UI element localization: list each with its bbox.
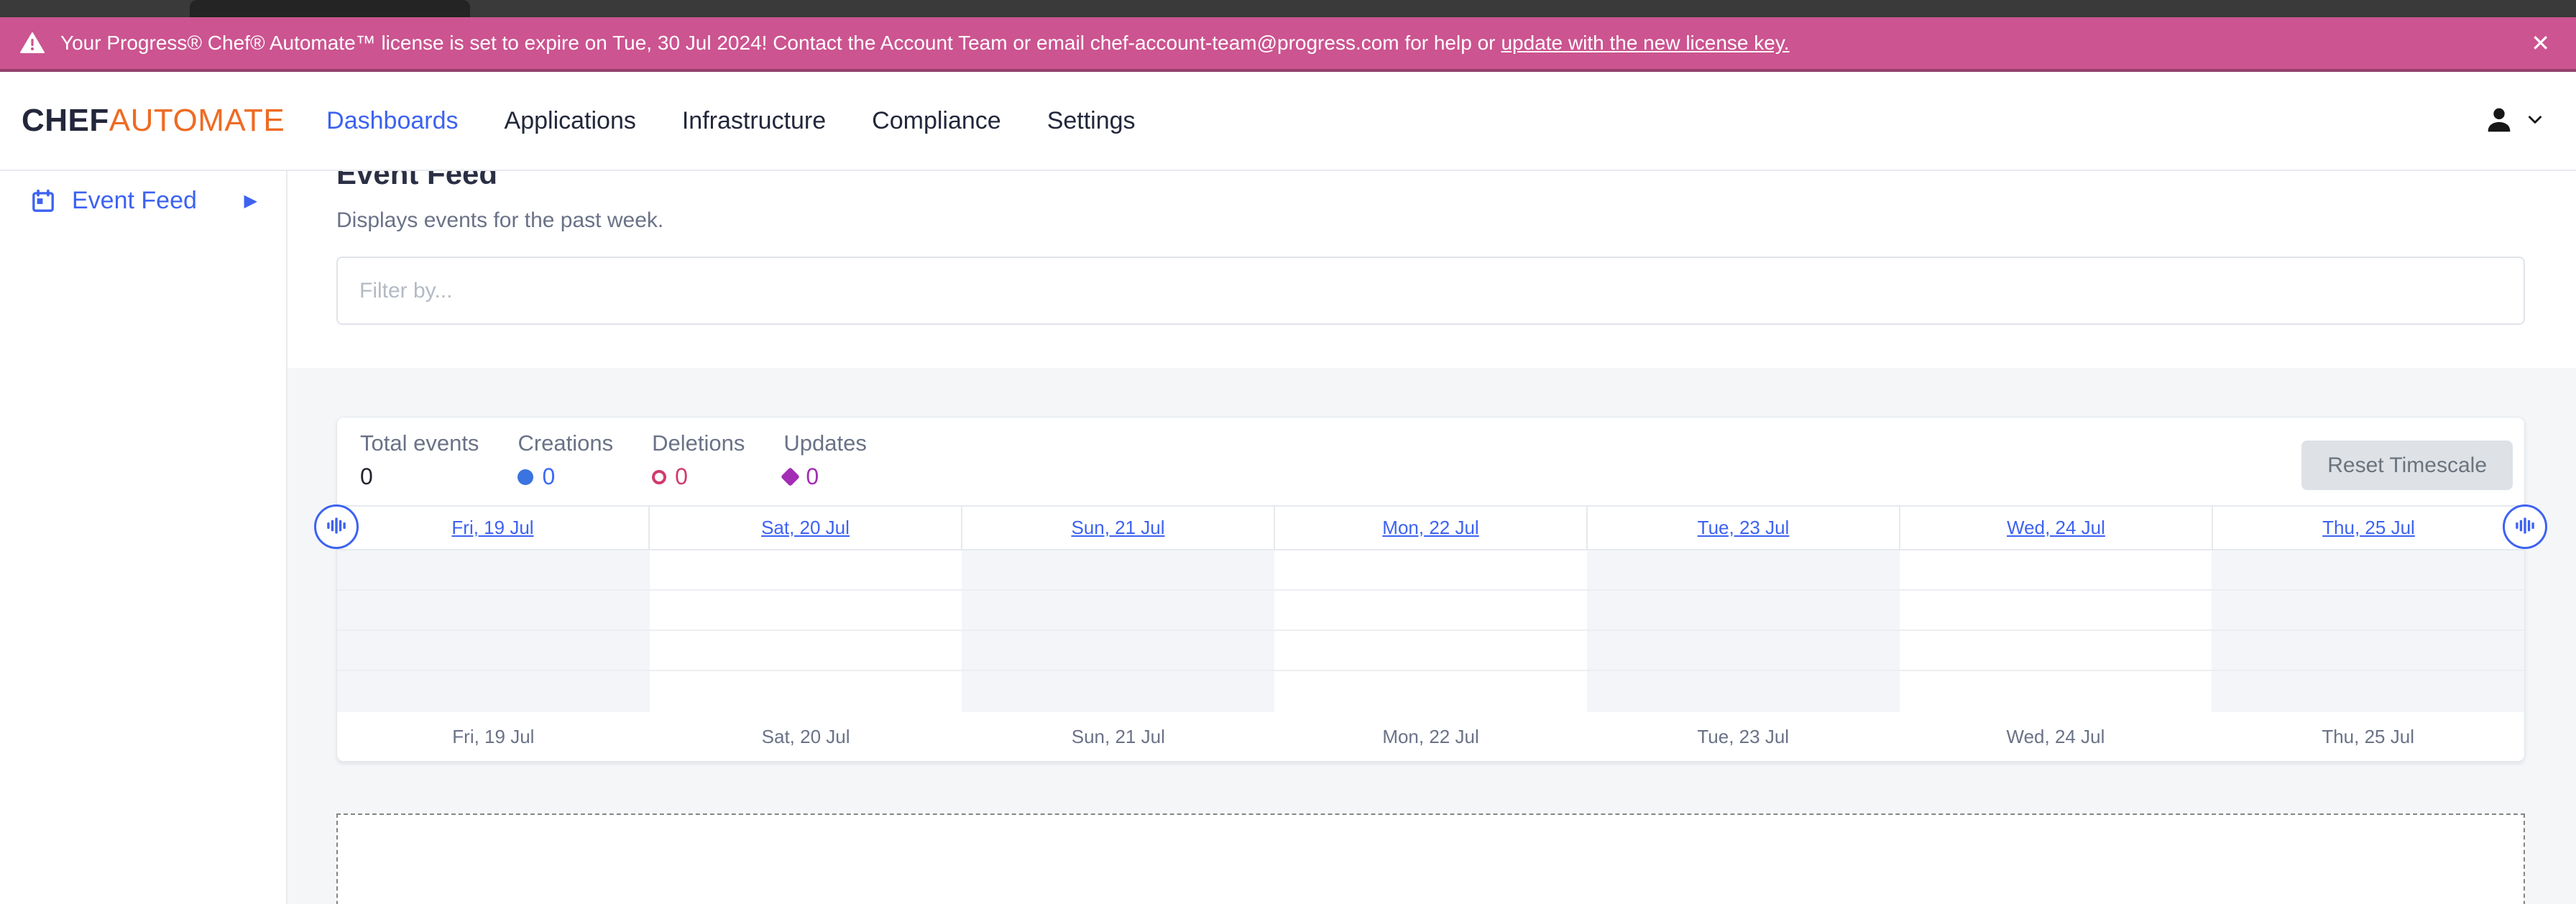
license-warning-text: Your Progress® Chef® Automate™ license i… [60,32,1495,55]
page-title-clip: Event Feed [336,171,2525,193]
page-subtitle: Displays events for the past week. [336,208,2525,233]
empty-events-panel [336,813,2525,904]
day-column [1587,550,1900,712]
warning-triangle-icon [20,32,45,54]
creation-marker-icon [518,469,533,485]
main-nav: Dashboards Applications Infrastructure C… [326,107,1135,135]
timeline-day-link[interactable]: Fri, 19 Jul [451,517,533,539]
sidebar-item-label: Event Feed [72,187,197,215]
stat-label: Total events [360,430,479,456]
user-menu-button[interactable] [2483,103,2544,139]
nav-item-infrastructure[interactable]: Infrastructure [682,107,826,135]
event-stats-bar: Total events 0 Creations 0 [337,418,2524,505]
chef-automate-logo[interactable]: CHEFAUTOMATE [22,103,285,139]
stat-creations: Creations 0 [518,430,613,505]
day-column [2212,550,2524,712]
timeline-day-link[interactable]: Sun, 21 Jul [1071,517,1164,539]
calendar-icon [30,188,56,214]
timescale-scrubber-left[interactable] [314,504,359,549]
reset-timescale-button[interactable]: Reset Timescale [2301,441,2513,490]
graphic-eq-icon [326,516,347,538]
chef-automate-screen: Your Progress® Chef® Automate™ license i… [0,0,2576,904]
day-column [1274,550,1587,712]
day-column [650,550,962,712]
event-feed-card-inner: Total events 0 Creations 0 [336,417,2525,762]
timeline-day-label: Sun, 21 Jul [962,726,1274,748]
expand-arrow-icon: ▶ [244,190,257,211]
timeline-footer-row: Fri, 19 Jul Sat, 20 Jul Sun, 21 Jul Mon,… [337,712,2524,761]
update-marker-icon [781,467,800,486]
stat-label: Creations [518,430,613,456]
content-area: Event Feed ▶ Event Feed Displays events … [0,171,2576,904]
event-feed-card: Total events 0 Creations 0 [336,417,2525,762]
day-column [1900,550,2212,712]
sidebar-item-event-feed[interactable]: Event Feed ▶ [0,171,286,215]
user-icon [2483,103,2516,139]
filter-input[interactable] [336,257,2525,325]
chevron-down-icon [2526,110,2544,132]
stat-value: 0 [542,463,555,490]
timescale-scrubber-right[interactable] [2503,504,2547,549]
stat-value: 0 [806,463,819,490]
stat-value: 0 [360,463,373,490]
timeline-day-link[interactable]: Wed, 24 Jul [2007,517,2105,539]
stat-value: 0 [675,463,688,490]
stat-label: Updates [783,430,866,456]
timeline-header-row: Fri, 19 Jul Sat, 20 Jul Sun, 21 Jul Mon,… [337,505,2524,550]
graphic-eq-icon [2514,516,2536,538]
timeline-day-link[interactable]: Tue, 23 Jul [1698,517,1790,539]
timeline-day-label: Mon, 22 Jul [1274,726,1587,748]
timeline-day-label: Tue, 23 Jul [1587,726,1900,748]
page-head-section: Event Feed Displays events for the past … [288,171,2576,368]
events-section: Total events 0 Creations 0 [288,368,2576,904]
timeline-day-label: Thu, 25 Jul [2212,726,2524,748]
day-column [962,550,1274,712]
license-warning-banner: Your Progress® Chef® Automate™ license i… [0,17,2576,72]
nav-item-compliance[interactable]: Compliance [872,107,1001,135]
sidebar: Event Feed ▶ [0,171,288,904]
main-panel: Event Feed Displays events for the past … [288,171,2576,904]
logo-automate-text: AUTOMATE [109,103,285,138]
nav-item-dashboards[interactable]: Dashboards [326,107,458,135]
stat-label: Deletions [652,430,745,456]
timeline-day-stripes [337,550,2524,712]
timeline-day-link[interactable]: Sat, 20 Jul [761,517,850,539]
timeline-day-link[interactable]: Thu, 25 Jul [2322,517,2415,539]
nav-item-settings[interactable]: Settings [1047,107,1136,135]
close-icon[interactable]: ✕ [2525,29,2556,57]
stat-total-events: Total events 0 [360,430,479,505]
timeline-grid [337,550,2524,712]
stat-updates: Updates 0 [783,430,866,505]
update-license-link[interactable]: update with the new license key. [1501,32,1789,55]
logo-chef-text: CHEF [22,103,109,138]
timeline-day-link[interactable]: Mon, 22 Jul [1382,517,1478,539]
nav-item-applications[interactable]: Applications [505,107,636,135]
deletion-marker-icon [652,470,666,484]
timeline-day-label: Wed, 24 Jul [1900,726,2212,748]
timeline-day-label: Fri, 19 Jul [337,726,650,748]
stat-deletions: Deletions 0 [652,430,745,505]
page-title: Event Feed [336,171,2525,191]
timeline-day-label: Sat, 20 Jul [650,726,962,748]
app-header: CHEFAUTOMATE Dashboards Applications Inf… [0,72,2576,171]
day-column [337,550,650,712]
browser-chrome-strip [0,0,2576,17]
browser-tab[interactable] [190,0,470,17]
